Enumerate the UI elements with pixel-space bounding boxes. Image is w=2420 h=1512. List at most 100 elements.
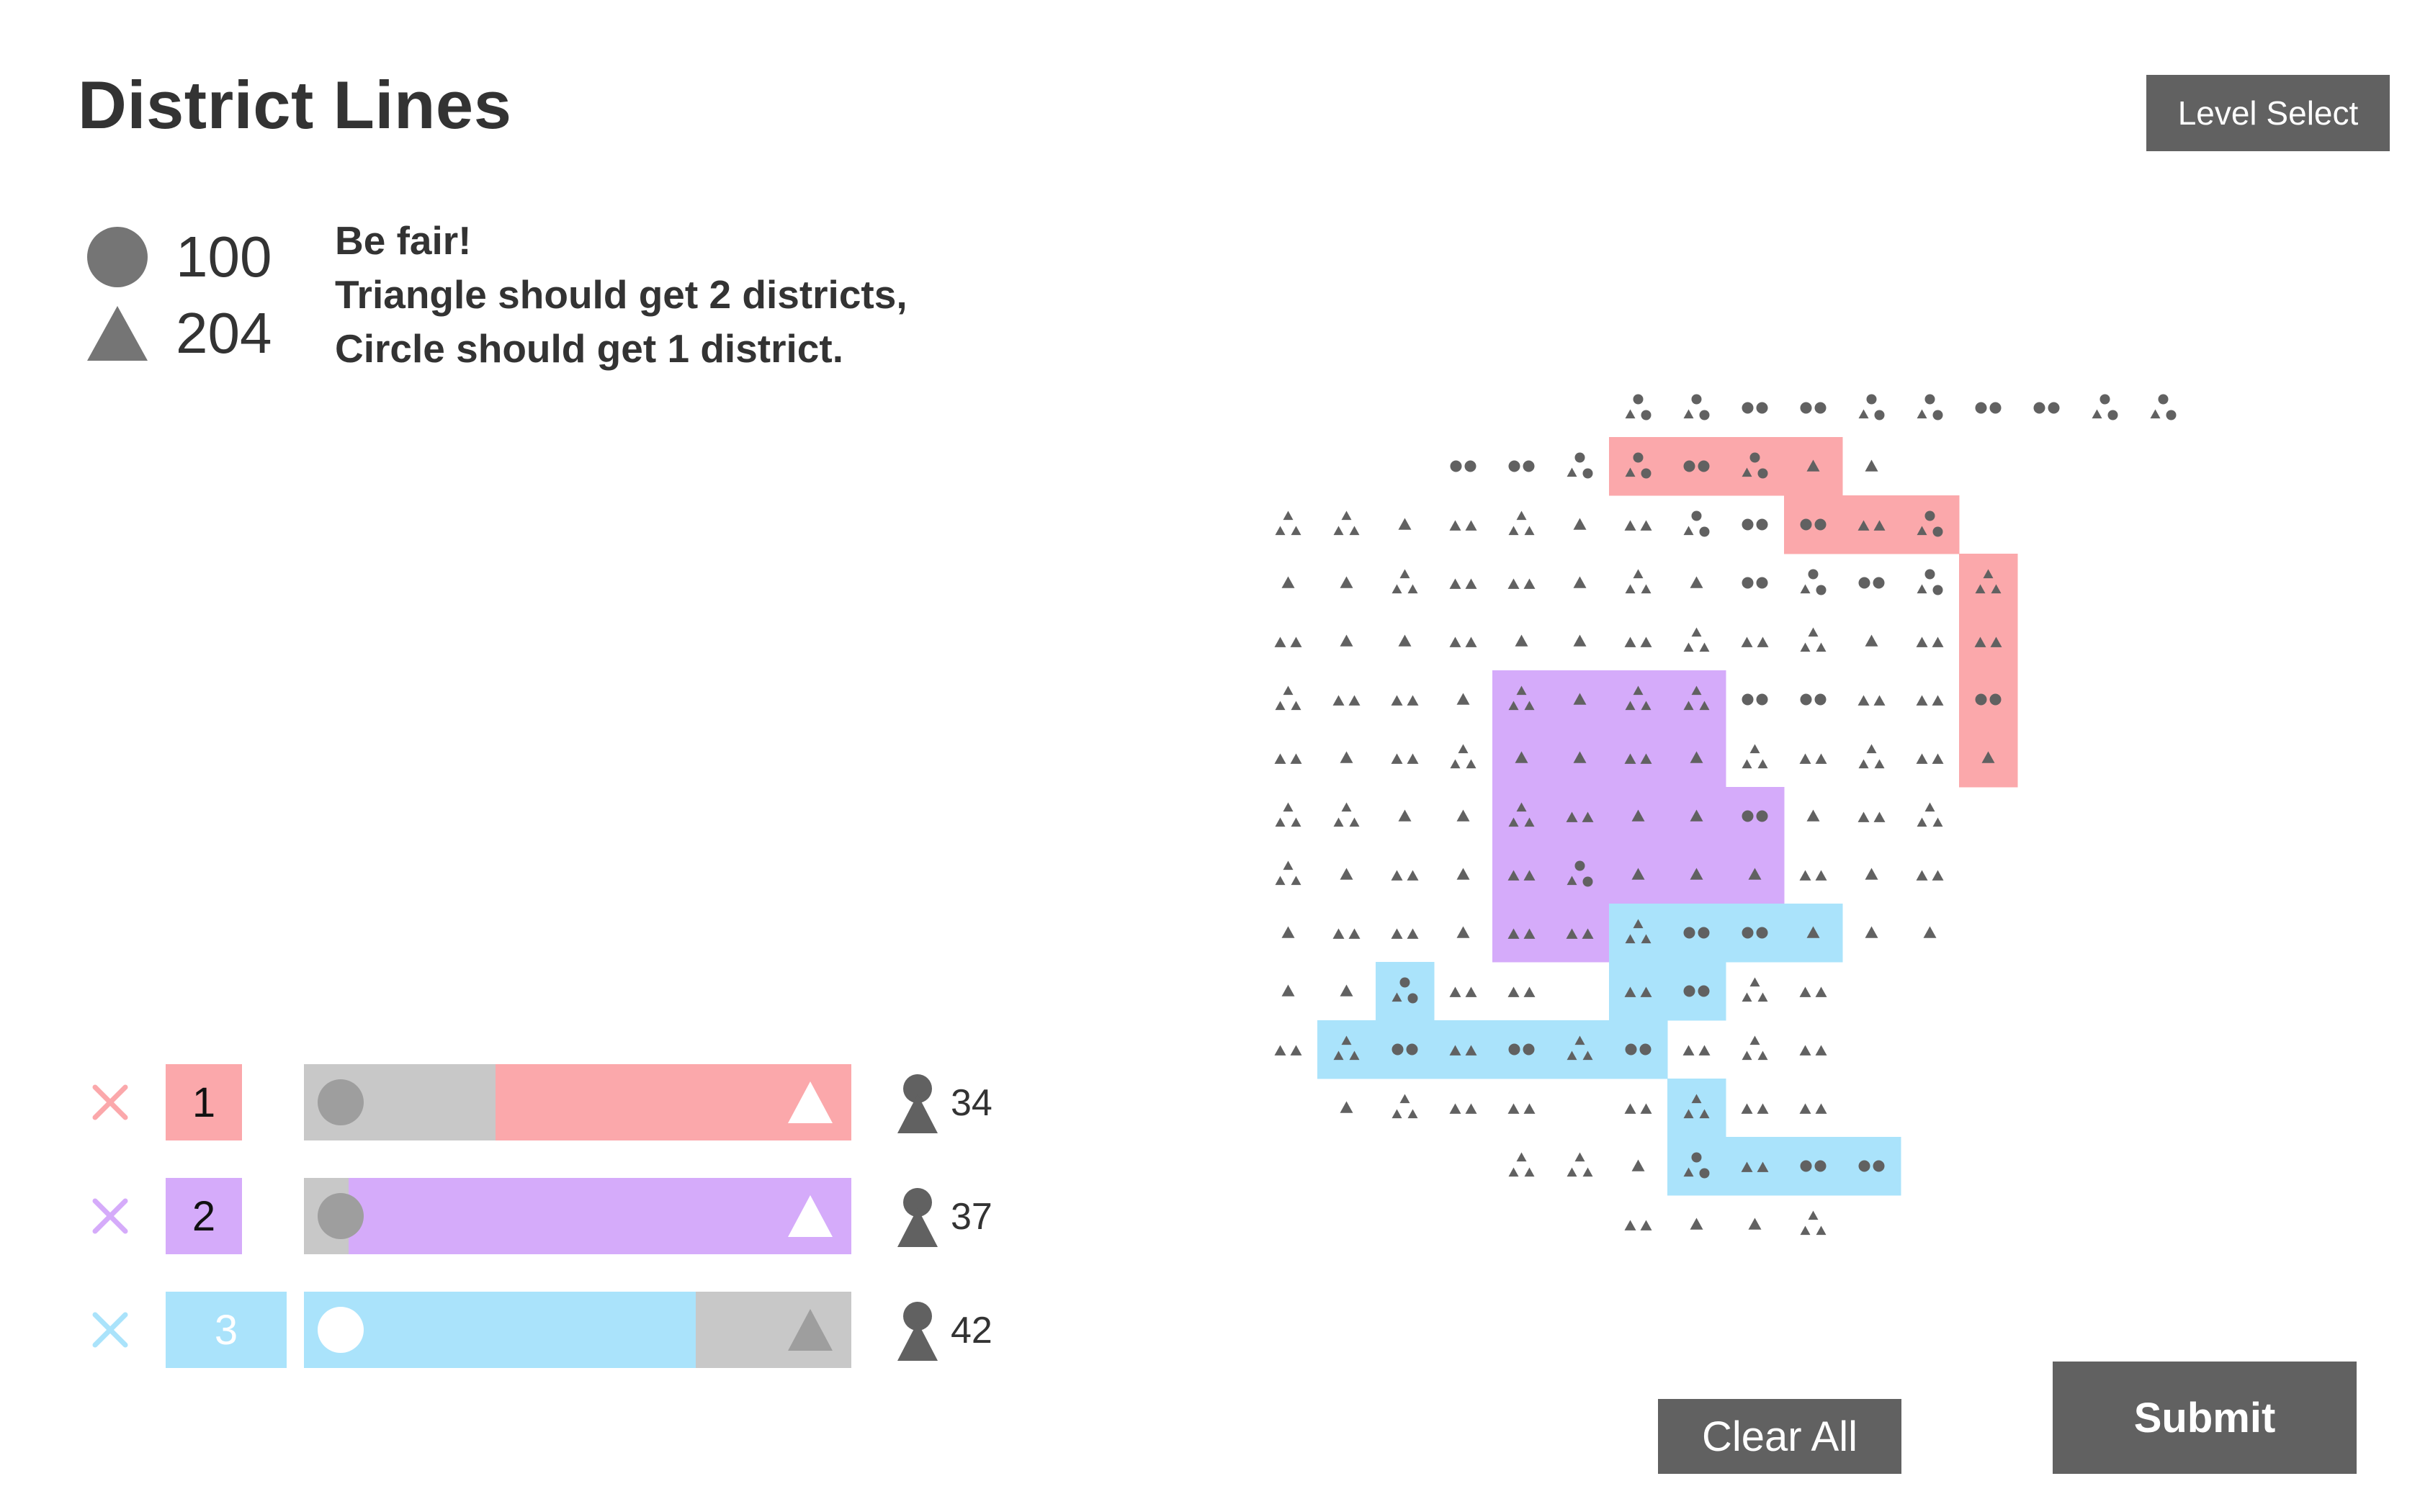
precinct-cell[interactable] <box>1275 802 1301 827</box>
precinct-cell[interactable] <box>1573 518 1587 530</box>
precinct-cell[interactable] <box>1959 670 2018 729</box>
precinct-cell[interactable] <box>1858 744 1885 769</box>
precinct-cell[interactable] <box>1857 811 1886 822</box>
precinct-cell[interactable] <box>1667 670 1726 729</box>
precinct-cell[interactable] <box>1609 1020 1668 1079</box>
precinct-cell[interactable] <box>1492 845 1551 904</box>
precinct-cell[interactable] <box>1667 1079 1726 1138</box>
precinct-cell[interactable] <box>1398 809 1412 822</box>
precinct-cell[interactable] <box>1726 904 1785 963</box>
precinct-cell[interactable] <box>1551 1020 1610 1079</box>
precinct-cell[interactable] <box>1281 984 1295 996</box>
precinct-cell[interactable] <box>1551 845 1610 904</box>
precinct-cell[interactable] <box>1800 569 1827 595</box>
precinct-cell[interactable] <box>1667 437 1726 496</box>
precinct-cell[interactable] <box>1449 1103 1477 1114</box>
precinct-cell[interactable] <box>1917 802 1943 827</box>
precinct-cell[interactable] <box>1742 402 1768 414</box>
precinct-cell[interactable] <box>1667 845 1726 904</box>
precinct-cell[interactable] <box>1275 510 1301 536</box>
precinct-cell[interactable] <box>1274 753 1302 764</box>
clear-all-button[interactable]: Clear All <box>1658 1399 1901 1474</box>
precinct-cell[interactable] <box>1507 578 1536 589</box>
level-select-button[interactable]: Level Select <box>2146 75 2390 151</box>
precinct-cell[interactable] <box>1742 577 1768 589</box>
precinct-cell[interactable] <box>1275 685 1301 711</box>
district-2-label[interactable]: 2 <box>166 1178 242 1254</box>
precinct-cell[interactable] <box>1682 1045 1711 1056</box>
precinct-cell[interactable] <box>1625 569 1652 594</box>
precinct-cell[interactable] <box>1391 928 1419 939</box>
precinct-cell[interactable] <box>1624 1220 1652 1230</box>
precinct-cell[interactable] <box>1340 634 1353 647</box>
precinct-cell[interactable] <box>1690 576 1703 588</box>
precinct-cell[interactable] <box>1742 1035 1768 1061</box>
precinct-cell[interactable] <box>1450 744 1476 769</box>
precinct-cell[interactable] <box>1959 612 2018 671</box>
precinct-cell[interactable] <box>1609 904 1668 963</box>
precinct-cell[interactable] <box>1741 1103 1769 1114</box>
precinct-cell[interactable] <box>1340 1101 1353 1113</box>
precinct-cell[interactable] <box>1842 495 1901 554</box>
precinct-cell[interactable] <box>1975 402 2002 414</box>
precinct-cell[interactable] <box>1573 576 1587 588</box>
precinct-cell[interactable] <box>1551 729 1610 788</box>
precinct-cell[interactable] <box>1800 1210 1827 1236</box>
precinct-cell[interactable] <box>1806 809 1820 822</box>
precinct-cell[interactable] <box>1858 394 1885 420</box>
precinct-cell[interactable] <box>1515 634 1528 647</box>
precinct-cell[interactable] <box>1800 402 1827 414</box>
precinct-cell[interactable] <box>1748 1218 1762 1230</box>
remove-district-1-icon[interactable] <box>86 1079 134 1126</box>
precinct-cell[interactable] <box>1609 787 1668 846</box>
precinct-cell[interactable] <box>1609 437 1668 496</box>
precinct-cell[interactable] <box>1508 510 1535 536</box>
precinct-cell[interactable] <box>1959 554 2018 613</box>
remove-district-2-icon[interactable] <box>86 1192 134 1240</box>
precinct-cell[interactable] <box>1799 986 1827 997</box>
precinct-cell[interactable] <box>1799 870 1827 881</box>
precinct-cell[interactable] <box>1742 693 1768 706</box>
precinct-cell[interactable] <box>1281 926 1295 938</box>
precinct-cell[interactable] <box>1391 695 1419 706</box>
precinct-cell[interactable] <box>1923 926 1937 938</box>
precinct-cell[interactable] <box>1683 394 1710 420</box>
precinct-cell[interactable] <box>1799 753 1827 764</box>
precinct-cell[interactable] <box>1784 1137 1843 1196</box>
precinct-cell[interactable] <box>1340 984 1353 996</box>
precinct-cell[interactable] <box>1726 787 1785 846</box>
precinct-cell[interactable] <box>1609 670 1668 729</box>
precinct-cell[interactable] <box>1917 569 1943 595</box>
precinct-cell[interactable] <box>1317 1020 1376 1079</box>
precinct-cell[interactable] <box>1376 1020 1435 1079</box>
precinct-cell[interactable] <box>1865 868 1878 880</box>
precinct-cell[interactable] <box>1456 693 1470 705</box>
precinct-cell[interactable] <box>1916 636 1944 647</box>
precinct-cell[interactable] <box>1784 495 1843 554</box>
precinct-cell[interactable] <box>1742 518 1768 531</box>
precinct-cell[interactable] <box>1624 520 1652 531</box>
precinct-cell[interactable] <box>1551 904 1610 963</box>
precinct-cell[interactable] <box>1959 729 2018 788</box>
precinct-cell[interactable] <box>1742 977 1768 1002</box>
precinct-cell[interactable] <box>1865 459 1878 472</box>
precinct-cell[interactable] <box>1916 753 1944 764</box>
precinct-cell[interactable] <box>1332 928 1361 939</box>
precinct-cell[interactable] <box>1492 1020 1551 1079</box>
precinct-cell[interactable] <box>1609 962 1668 1021</box>
precinct-cell[interactable] <box>1551 787 1610 846</box>
precinct-cell[interactable] <box>1683 627 1710 652</box>
precinct-cell[interactable] <box>1857 695 1886 706</box>
district-1-label[interactable]: 1 <box>166 1064 242 1140</box>
precinct-cell[interactable] <box>1690 1218 1703 1230</box>
precinct-cell[interactable] <box>1741 636 1769 647</box>
precinct-cell[interactable] <box>1842 1137 1901 1196</box>
precinct-cell[interactable] <box>1567 1152 1593 1177</box>
precinct-cell[interactable] <box>1492 787 1551 846</box>
precinct-cell[interactable] <box>1625 394 1652 420</box>
precinct-cell[interactable] <box>1392 1094 1418 1119</box>
precinct-cell[interactable] <box>1492 670 1551 729</box>
precinct-cell[interactable] <box>1274 636 1302 647</box>
precinct-cell[interactable] <box>1742 744 1768 769</box>
precinct-cell[interactable] <box>1492 729 1551 788</box>
